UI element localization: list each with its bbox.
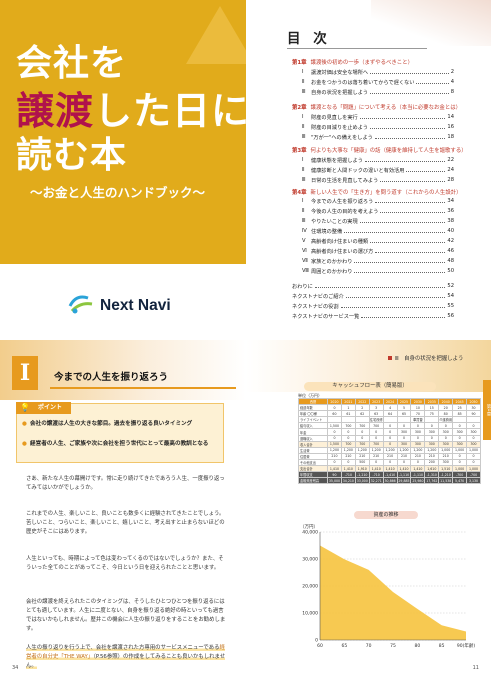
body-paragraph: 人生といっても、時期によって色は変わってくるのではないでしょうか？また、そういっ…: [26, 556, 224, 571]
asset-chart: （万円） 0 10,000 20,000 30,000 40,000 60 65 70 75 80 8…: [300, 524, 475, 649]
table-cell: 35,000: [327, 477, 342, 485]
table-cell: 介護費用: [438, 416, 454, 424]
table-cell: 住宅改修: [368, 416, 384, 424]
table-cell: 車買替: [410, 416, 426, 424]
toc-item[interactable]: Ⅰ 財産の見直しを実行 14: [302, 114, 454, 121]
toc-chapter-3[interactable]: 第3章 何よりも大事な「健康」の話（健康を維持して人生を謳歌する）: [292, 146, 467, 154]
x-tick-label: 65: [341, 643, 347, 649]
toc-item[interactable]: Ⅱ 財産の目減りを止めよう 16: [302, 124, 454, 131]
cover-page: 会社を 譲渡した日に 読む本 〜お金と人生のハンドブック〜 Next Navi: [0, 0, 246, 340]
x-tick-label: 60: [317, 643, 323, 649]
page-11: Ⅲ 自身の状況を把握しよう 第1章 キャッシュフロー表（簡易版） 単位（万円） …: [246, 340, 491, 681]
toc-item[interactable]: Ⅰ 今までの人生を振り返ろう 34: [302, 198, 454, 205]
y-tick-label: 30,000: [302, 557, 318, 563]
toc-chapter-2[interactable]: 第2章 譲渡となる「問題」について考える（本当に必要なお金とは）: [292, 103, 461, 111]
toc-item[interactable]: Ⅱ 今後の人生の目的を考えよう 36: [302, 208, 454, 215]
toc-item[interactable]: Ⅴ 高齢者向け住まいの種類 42: [302, 238, 454, 245]
cover-subtitle: 〜お金と人生のハンドブック〜: [30, 185, 206, 200]
toc-end-item[interactable]: おわりに 52: [292, 283, 454, 290]
square-icon: [388, 356, 392, 360]
body-paragraph: これまでの人生、楽しいこと、良いことも数多くに経験されてきたことでしょう。苦しい…: [26, 511, 225, 535]
toc-item[interactable]: Ⅱ 健康診断と人間ドックの違いと有効活用 24: [302, 167, 454, 174]
chapter-badge: Ⅰ: [12, 356, 38, 390]
toc-end-item[interactable]: ネクストナビのサービス一覧 56: [292, 313, 454, 320]
divider: [50, 387, 236, 389]
x-tick-label: 70: [366, 643, 372, 649]
table-cell: 33,000: [354, 477, 370, 485]
x-tick-label: 90(年齢): [457, 642, 475, 649]
body-paragraph: さあ、新たな人生の幕開けです。常に走り続けてきたであろう人生、一度振り返ってみて…: [26, 476, 225, 491]
chart-title: 資産の推移: [354, 511, 418, 519]
page-34: Ⅰ 今までの人生を振り返ろう ポイント 💡 会社の譲渡は人生の大きな節目。過去を…: [0, 340, 246, 681]
table-cell: 32,271: [368, 477, 384, 485]
cover-title-line3: 読む本: [16, 135, 128, 176]
table-title: キャッシュフロー表（簡易版）: [304, 382, 436, 391]
toc-item[interactable]: Ⅱ お金をつかうのは落ち着いてからで遅くない 4: [302, 79, 454, 86]
logo-text: Next Navi: [100, 297, 171, 314]
table-cell: 3,130: [466, 477, 481, 485]
toc-chapter-1[interactable]: 第1章 譲渡後の初めの一歩（まずやるべきこと）: [292, 58, 413, 66]
toc-item[interactable]: Ⅲ 日常の生活を見直してみよう 28: [302, 177, 454, 184]
chapter-side-tab: 第1章: [483, 380, 491, 440]
cashflow-table: 西暦 2020 2021 2022 2023 2024 2025 2030 2035 2040 20…: [298, 397, 481, 490]
page-header: Ⅲ 自身の状況を把握しよう: [388, 354, 463, 362]
toc-item[interactable]: Ⅰ 譲渡対価は安全な場所へ 2: [302, 69, 454, 76]
x-tick-label: 80: [414, 643, 420, 649]
page-number: 34: [12, 665, 19, 671]
y-tick-label: 20,000: [302, 584, 318, 590]
point-item: 会社の譲渡は人生の大きな節目。過去を振り返る良いタイミング: [22, 420, 214, 429]
y-axis-unit: （万円）: [300, 524, 318, 530]
table-cell: 34,210: [340, 477, 356, 485]
highlight-text: 人生の振り返りを行う上で、会社を譲渡された方専用のサービスメニューである: [26, 645, 220, 651]
decorative-corner: [371, 0, 491, 46]
table-cell: 金融資産残高: [298, 477, 328, 485]
asset-area: [320, 545, 466, 640]
table-cell: 29,885: [396, 477, 412, 485]
toc-item[interactable]: Ⅳ 住環境の整備 40: [302, 228, 454, 235]
toc-item[interactable]: Ⅲ やりたいことの実現 38: [302, 218, 454, 225]
table-cell: 11,538: [438, 477, 454, 485]
body-paragraph: 会社の譲渡を終えられたこのタイミングは、そうしたひとつひとつを振り返るにはとても…: [26, 599, 226, 632]
point-item: 経営者の人生、ご家族や次に会社を担う世代にとって最高の教訓となる: [22, 440, 214, 449]
toc-item[interactable]: Ⅲ "万が一"への備えをしよう 18: [302, 134, 454, 141]
toc-item[interactable]: Ⅲ 自身の状況を把握しよう 8: [302, 89, 454, 96]
section-title: 今までの人生を振り返ろう: [54, 372, 169, 383]
y-tick-label: 10,000: [302, 611, 318, 617]
y-tick-label: 0: [315, 638, 318, 644]
x-tick-label: 85: [439, 643, 445, 649]
table-cell: 5,470: [452, 477, 468, 485]
toc-end-item[interactable]: ネクストナビのご紹介 54: [292, 293, 454, 300]
toc-page: 目 次 第1章 譲渡後の初めの一歩（まずやるべきこと） Ⅰ 譲渡対価は安全な場所へ 2…: [246, 0, 491, 340]
divider: [287, 48, 427, 49]
next-navi-logo-icon: [68, 295, 93, 314]
decorative-triangle: [186, 6, 246, 64]
toc-item[interactable]: Ⅵ 高齢者向け住まいの選び方 46: [302, 248, 454, 255]
toc-title: 目 次: [287, 31, 331, 47]
toc-chapter-4[interactable]: 第4章 新しい人生での「生き方」を問う道す（これからの人生設計）: [292, 188, 462, 196]
toc-item[interactable]: Ⅷ 周囲とのかかわり 50: [302, 268, 454, 275]
table-cell: 30,866: [382, 477, 398, 485]
body-paragraph-highlight: 人生の振り返りを行う上で、会社を譲渡された方専用のサービスメニューである経営者の…: [26, 644, 226, 671]
x-tick-label: 75: [390, 643, 396, 649]
cover-title-line1: 会社を: [16, 43, 128, 84]
table-cell: 17,762: [424, 477, 440, 485]
table-cell: 25,980: [410, 477, 426, 485]
toc-item[interactable]: Ⅰ 健康状態を把握しよう 22: [302, 157, 454, 164]
y-tick-label: 40,000: [302, 530, 318, 536]
table-row: 金融資産残高 35,000 34,210 33,000 32,271 30,866 29,8…: [298, 477, 481, 485]
toc-item[interactable]: Ⅶ 家族とのかかわり 48: [302, 258, 454, 265]
lightbulb-icon: 💡: [20, 403, 30, 412]
page-number: 11: [472, 665, 479, 671]
toc-end-item[interactable]: ネクストナビの役割 55: [292, 303, 454, 310]
